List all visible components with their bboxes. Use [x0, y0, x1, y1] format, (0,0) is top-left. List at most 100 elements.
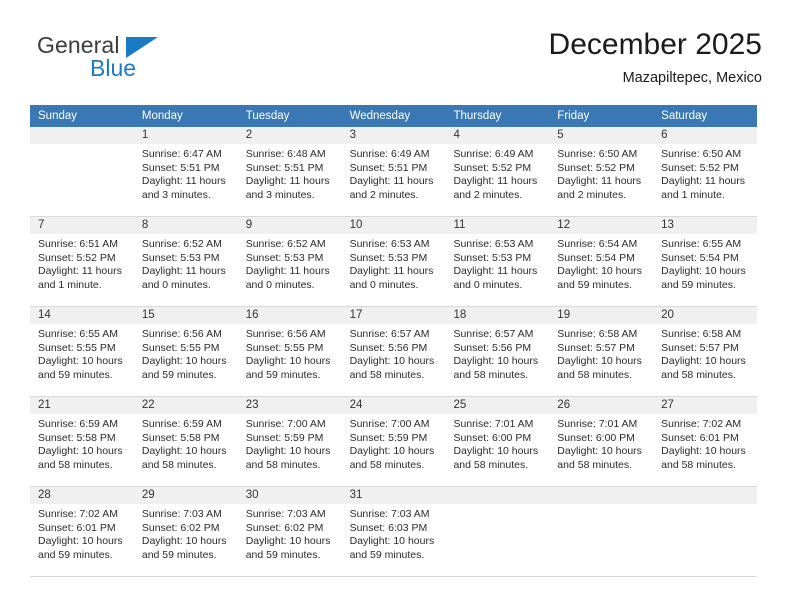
- day-cell-empty: [653, 487, 758, 576]
- day-detail-line: Sunrise: 7:02 AM: [38, 508, 118, 520]
- day-detail-line: Daylight: 10 hours: [245, 355, 331, 367]
- day-cell-22[interactable]: 22 Sunrise: 6:59 AM Sunset: 5:58 PM Dayligh…: [133, 397, 238, 486]
- day-detail-line: Sunrise: 6:49 AM: [453, 148, 534, 160]
- day-details: Sunrise: 7:01 AM Sunset: 6:00 PM Daylight:…: [445, 414, 549, 472]
- day-cell-27[interactable]: 27 Sunrise: 7:02 AM Sunset: 6:01 PM Dayligh…: [653, 397, 758, 486]
- day-detail-line: Sunset: 5:56 PM: [453, 341, 532, 354]
- day-detail-line: Sunset: 5:53 PM: [245, 251, 324, 264]
- day-details: Sunrise: 6:52 AM Sunset: 5:53 PM Daylight:…: [134, 234, 238, 292]
- day-details: Sunrise: 6:52 AM Sunset: 5:53 PM Daylight:…: [238, 234, 342, 292]
- day-cell-12[interactable]: 12 Sunrise: 6:54 AM Sunset: 5:54 PM Dayligh…: [549, 217, 654, 306]
- day-cell-4[interactable]: 4 Sunrise: 6:49 AM Sunset: 5:52 PM Daylight…: [445, 127, 550, 216]
- day-cell-2[interactable]: 2 Sunrise: 6:48 AM Sunset: 5:51 PM Daylight…: [237, 127, 342, 216]
- day-detail-line: Daylight: 10 hours: [661, 445, 746, 457]
- day-details: Sunrise: 6:49 AM Sunset: 5:52 PM Daylight:…: [445, 144, 549, 202]
- day-details: Sunrise: 6:56 AM Sunset: 5:55 PM Daylight:…: [134, 324, 238, 382]
- day-number-bar: 18: [445, 307, 550, 324]
- day-detail-line: and 59 minutes.: [38, 368, 113, 381]
- general-blue-logo[interactable]: General Blue: [30, 32, 250, 92]
- day-detail-line: Sunrise: 6:55 AM: [38, 328, 118, 340]
- day-cell-6[interactable]: 6 Sunrise: 6:50 AM Sunset: 5:52 PM Daylight…: [653, 127, 758, 216]
- day-cell-20[interactable]: 20 Sunrise: 6:58 AM Sunset: 5:57 PM Dayligh…: [653, 307, 758, 396]
- day-cell-13[interactable]: 13 Sunrise: 6:55 AM Sunset: 5:54 PM Dayligh…: [653, 217, 758, 306]
- day-cell-14[interactable]: 14 Sunrise: 6:55 AM Sunset: 5:55 PM Dayligh…: [30, 307, 134, 396]
- day-detail-line: Sunset: 5:54 PM: [557, 251, 635, 264]
- day-details: Sunrise: 7:03 AM Sunset: 6:03 PM Daylight:…: [342, 504, 446, 562]
- day-detail-line: Sunset: 5:58 PM: [141, 431, 220, 444]
- day-detail-line: and 3 minutes.: [141, 188, 211, 201]
- day-number-bar: 17: [341, 307, 446, 324]
- day-details: Sunrise: 6:55 AM Sunset: 5:54 PM Daylight:…: [653, 234, 757, 292]
- day-detail-line: Daylight: 11 hours: [38, 265, 122, 277]
- day-detail-line: Sunrise: 6:56 AM: [245, 328, 326, 340]
- day-detail-line: Sunset: 6:01 PM: [38, 521, 116, 534]
- day-cell-26[interactable]: 26 Sunrise: 7:01 AM Sunset: 6:00 PM Dayligh…: [549, 397, 654, 486]
- day-number: 29: [141, 489, 155, 501]
- day-detail-line: and 1 minute.: [661, 188, 725, 201]
- day-detail-line: Sunrise: 6:51 AM: [38, 238, 118, 250]
- day-number-bar: 10: [341, 217, 446, 234]
- day-cell-8[interactable]: 8 Sunrise: 6:52 AM Sunset: 5:53 PM Daylight…: [133, 217, 238, 306]
- day-cell-24[interactable]: 24 Sunrise: 7:00 AM Sunset: 5:59 PM Dayligh…: [341, 397, 446, 486]
- day-cell-21[interactable]: 21 Sunrise: 6:59 AM Sunset: 5:58 PM Dayligh…: [30, 397, 134, 486]
- day-cell-1[interactable]: 1 Sunrise: 6:47 AM Sunset: 5:51 PM Daylight…: [133, 127, 238, 216]
- day-cell-15[interactable]: 15 Sunrise: 6:56 AM Sunset: 5:55 PM Dayligh…: [133, 307, 238, 396]
- day-number-bar: [653, 487, 758, 504]
- day-number: 18: [453, 309, 467, 321]
- day-detail-line: Sunrise: 6:49 AM: [349, 148, 430, 160]
- day-detail-line: Daylight: 11 hours: [453, 175, 538, 187]
- day-detail-line: Sunrise: 6:48 AM: [245, 148, 326, 160]
- day-detail-line: Sunset: 5:51 PM: [245, 161, 324, 174]
- day-detail-line: Sunset: 6:02 PM: [245, 521, 324, 534]
- day-cell-23[interactable]: 23 Sunrise: 7:00 AM Sunset: 5:59 PM Dayligh…: [237, 397, 342, 486]
- day-detail-line: Daylight: 10 hours: [141, 445, 227, 457]
- day-number: 11: [453, 219, 466, 231]
- day-cell-28[interactable]: 28 Sunrise: 7:02 AM Sunset: 6:01 PM Dayligh…: [30, 487, 134, 576]
- day-detail-line: Sunrise: 7:00 AM: [245, 418, 326, 430]
- day-detail-line: Daylight: 11 hours: [141, 265, 226, 277]
- day-detail-line: and 59 minutes.: [349, 548, 425, 561]
- day-detail-line: and 58 minutes.: [38, 458, 113, 471]
- day-details: Sunrise: 7:02 AM Sunset: 6:01 PM Daylight:…: [30, 504, 134, 562]
- day-detail-line: Sunset: 5:52 PM: [661, 161, 739, 174]
- day-detail-line: and 58 minutes.: [141, 458, 217, 471]
- day-detail-line: Sunset: 5:59 PM: [245, 431, 324, 444]
- day-cell-19[interactable]: 19 Sunrise: 6:58 AM Sunset: 5:57 PM Dayligh…: [549, 307, 654, 396]
- day-cell-18[interactable]: 18 Sunrise: 6:57 AM Sunset: 5:56 PM Dayligh…: [445, 307, 550, 396]
- day-detail-line: Sunrise: 6:59 AM: [38, 418, 118, 430]
- day-detail-line: Sunset: 5:54 PM: [661, 251, 739, 264]
- day-detail-line: Daylight: 10 hours: [557, 265, 642, 277]
- day-detail-line: Sunset: 5:57 PM: [661, 341, 739, 354]
- day-cell-30[interactable]: 30 Sunrise: 7:03 AM Sunset: 6:02 PM Dayligh…: [237, 487, 342, 576]
- weekday-header-thursday: Thursday: [453, 110, 502, 122]
- day-cell-29[interactable]: 29 Sunrise: 7:03 AM Sunset: 6:02 PM Dayligh…: [133, 487, 238, 576]
- day-detail-line: Sunrise: 6:55 AM: [661, 238, 742, 250]
- day-number: 5: [557, 129, 564, 141]
- day-details: [549, 504, 653, 508]
- day-cell-11[interactable]: 11 Sunrise: 6:53 AM Sunset: 5:53 PM Dayligh…: [445, 217, 550, 306]
- day-number-bar: 6: [653, 127, 758, 144]
- day-number: 10: [349, 219, 363, 231]
- day-details: Sunrise: 7:03 AM Sunset: 6:02 PM Daylight:…: [134, 504, 238, 562]
- day-cell-17[interactable]: 17 Sunrise: 6:57 AM Sunset: 5:56 PM Dayligh…: [341, 307, 446, 396]
- day-detail-line: Sunrise: 6:54 AM: [557, 238, 638, 250]
- day-cell-16[interactable]: 16 Sunrise: 6:56 AM Sunset: 5:55 PM Dayligh…: [237, 307, 342, 396]
- day-cell-7[interactable]: 7 Sunrise: 6:51 AM Sunset: 5:52 PM Daylight…: [30, 217, 134, 306]
- day-detail-line: Sunrise: 6:57 AM: [349, 328, 430, 340]
- day-cell-9[interactable]: 9 Sunrise: 6:52 AM Sunset: 5:53 PM Daylight…: [237, 217, 342, 306]
- day-cell-31[interactable]: 31 Sunrise: 7:03 AM Sunset: 6:03 PM Dayligh…: [341, 487, 446, 576]
- day-details: Sunrise: 6:59 AM Sunset: 5:58 PM Daylight:…: [30, 414, 134, 472]
- day-number-bar: [445, 487, 550, 504]
- day-number-bar: 16: [237, 307, 342, 324]
- day-number: 12: [557, 219, 571, 231]
- day-cell-5[interactable]: 5 Sunrise: 6:50 AM Sunset: 5:52 PM Daylight…: [549, 127, 654, 216]
- day-number-bar: 31: [341, 487, 446, 504]
- day-detail-line: Sunset: 5:53 PM: [453, 251, 532, 264]
- day-cell-3[interactable]: 3 Sunrise: 6:49 AM Sunset: 5:51 PM Daylight…: [341, 127, 446, 216]
- day-cell-10[interactable]: 10 Sunrise: 6:53 AM Sunset: 5:53 PM Dayligh…: [341, 217, 446, 306]
- day-detail-line: Sunset: 5:52 PM: [38, 251, 116, 264]
- calendar-week-row: 28 Sunrise: 7:02 AM Sunset: 6:01 PM Dayligh…: [30, 487, 758, 577]
- day-detail-line: Daylight: 11 hours: [349, 175, 434, 187]
- day-details: Sunrise: 6:53 AM Sunset: 5:53 PM Daylight:…: [342, 234, 446, 292]
- day-cell-25[interactable]: 25 Sunrise: 7:01 AM Sunset: 6:00 PM Dayligh…: [445, 397, 550, 486]
